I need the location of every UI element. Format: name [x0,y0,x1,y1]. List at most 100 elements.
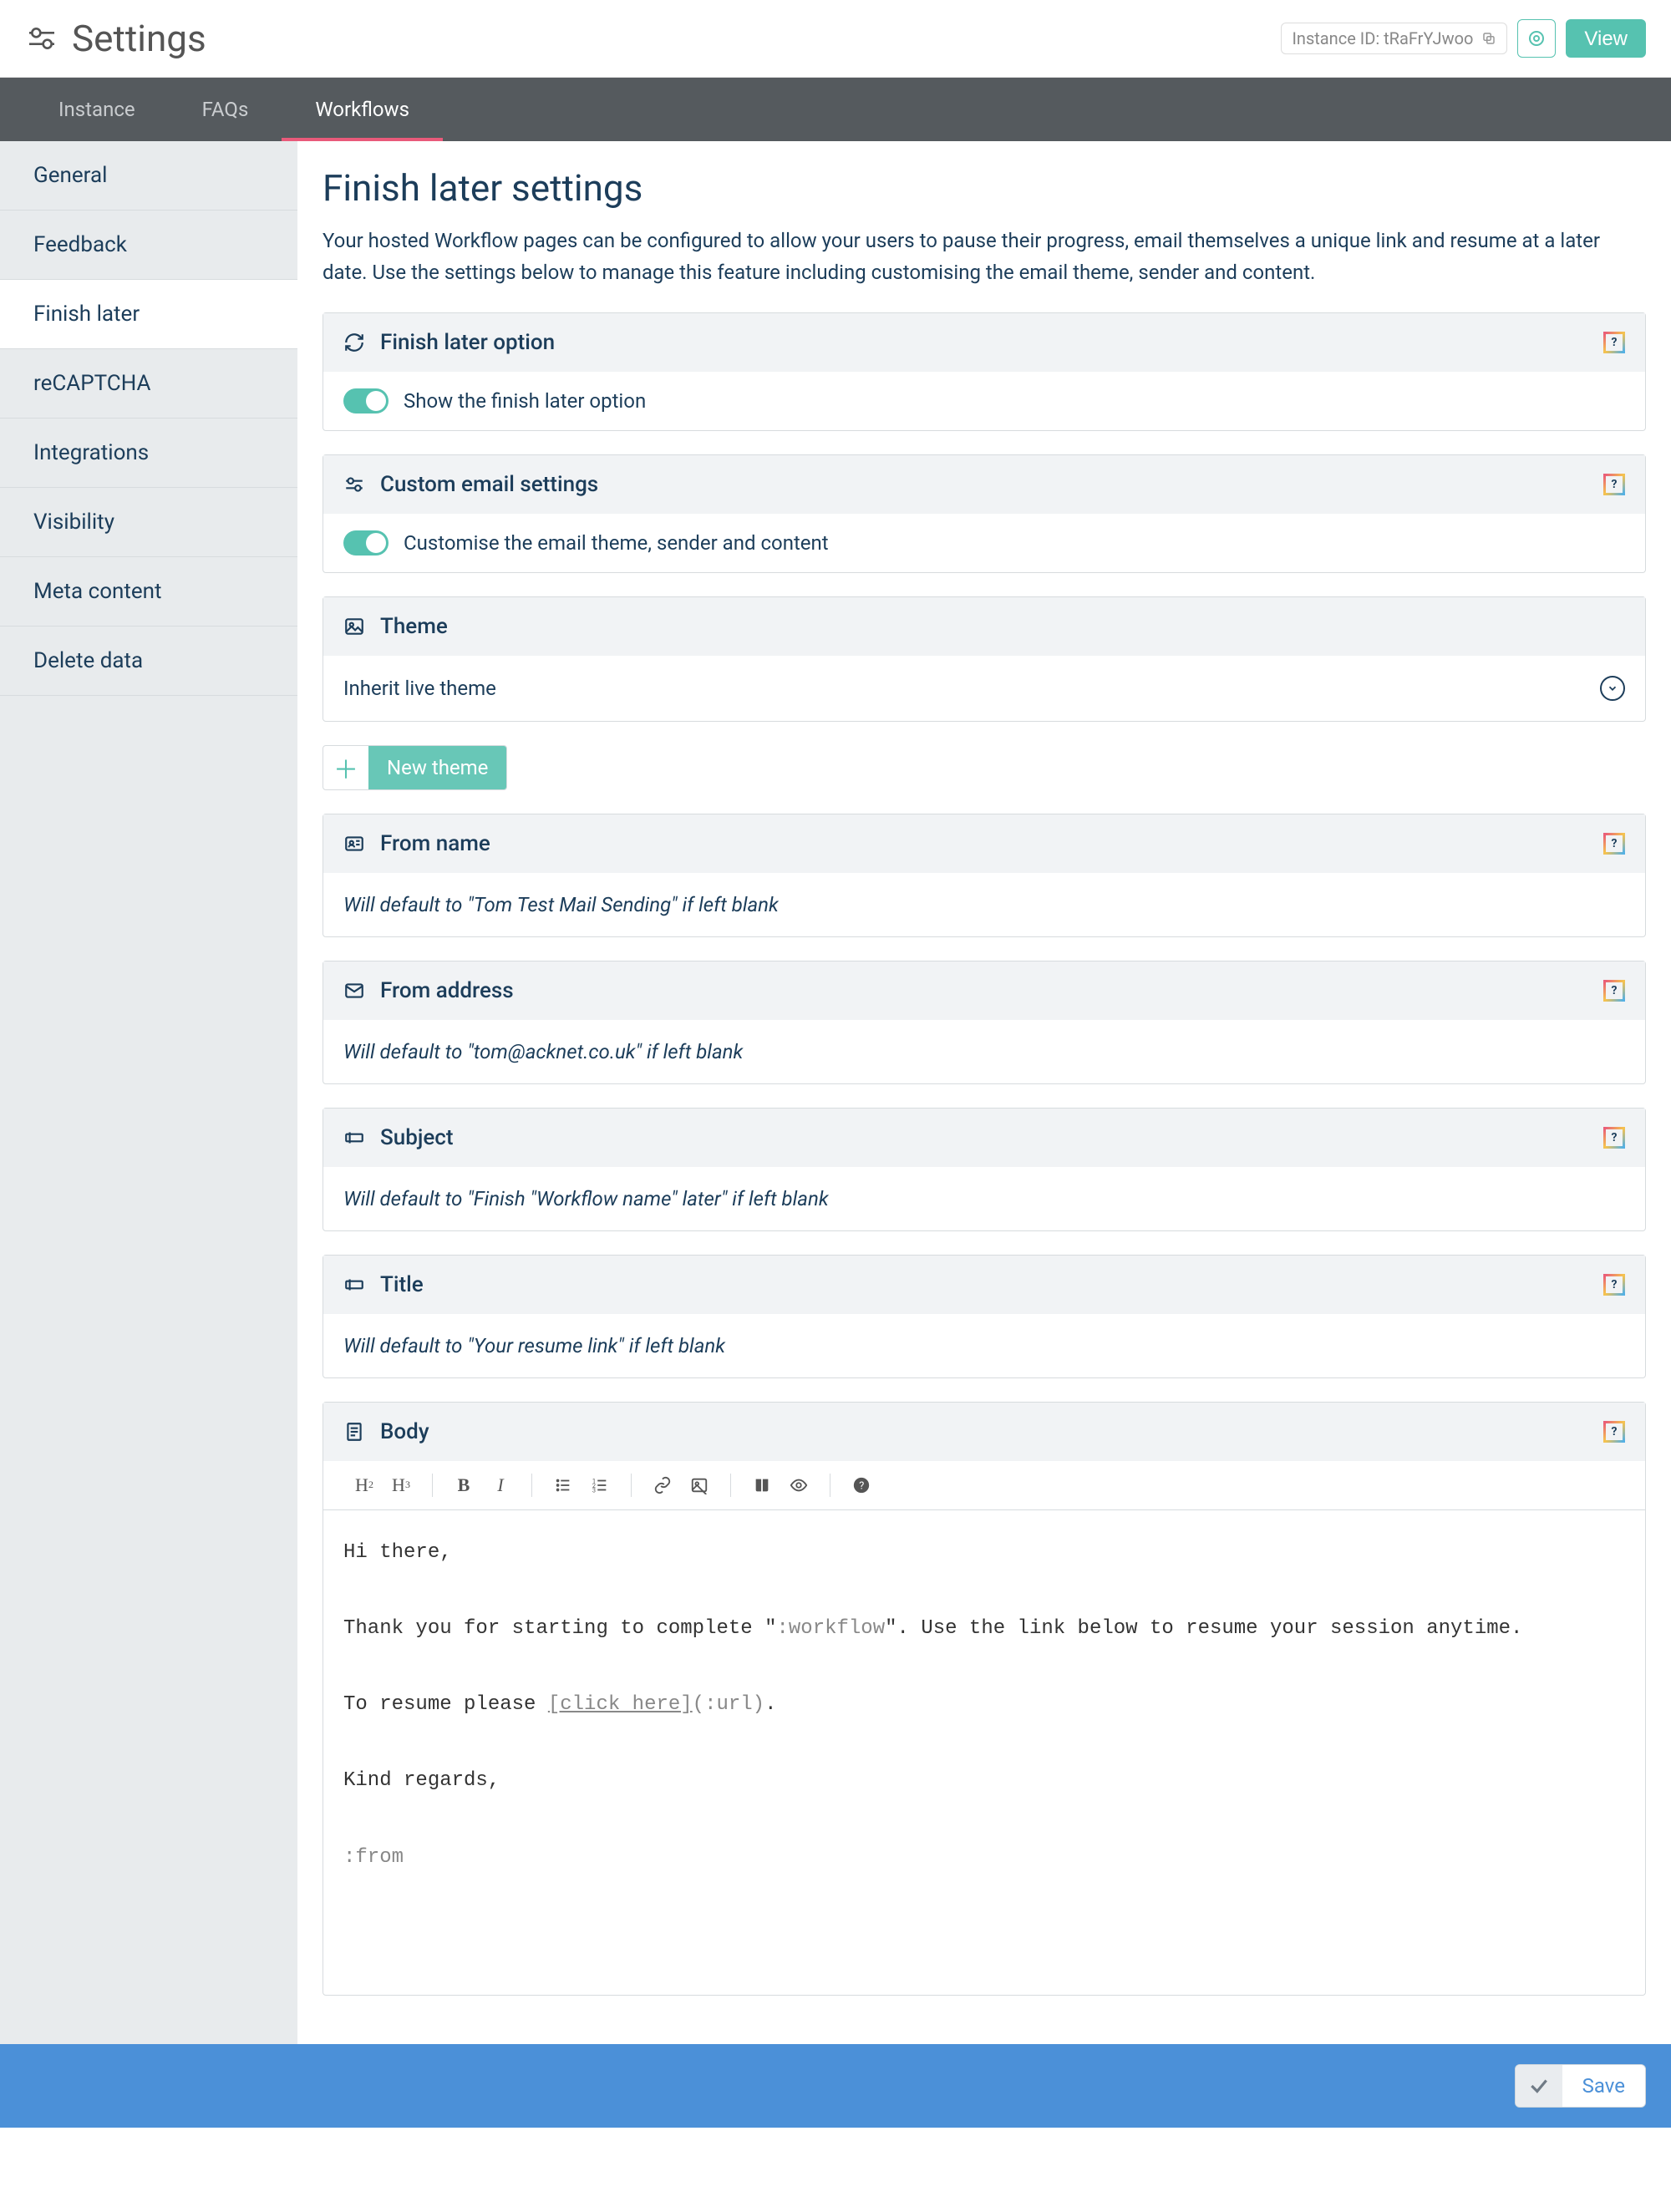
help-icon[interactable]: ? [1603,1274,1625,1296]
image-icon [343,616,365,637]
text-field-icon [343,1274,365,1296]
theme-selected-value: Inherit live theme [343,677,496,700]
help-icon[interactable]: ? [1603,474,1625,495]
toggle-label: Customise the email theme, sender and co… [404,531,829,555]
new-theme-row: ＋ New theme [323,745,1646,790]
bullet-list-button[interactable] [549,1471,577,1499]
panel-from-address: From address ? Will default to "tom@ackn… [323,961,1646,1084]
placeholder-text: Will default to "Your resume link" if le… [343,1334,725,1357]
view-button[interactable]: View [1566,19,1646,58]
body-placeholder: :from [343,1846,404,1869]
plus-icon: ＋ [323,746,368,789]
body-line: ". Use the link below to resume your ses… [885,1617,1522,1640]
image-button[interactable] [685,1471,714,1499]
book-button[interactable] [748,1471,776,1499]
eye-button[interactable] [785,1471,813,1499]
panel-body: Customise the email theme, sender and co… [323,514,1645,572]
body-placeholder: (:url) [693,1693,764,1716]
panel-title: From address [380,978,514,1003]
panel-custom-email: Custom email settings ? Customise the em… [323,454,1646,573]
sidebar-item-finish-later[interactable]: Finish later [0,280,297,349]
panel-header: Theme [323,597,1645,656]
tab-faqs[interactable]: FAQs [169,78,282,141]
panel-from-name: From name ? Will default to "Tom Test Ma… [323,814,1646,937]
preview-button[interactable] [1517,19,1556,58]
help-icon[interactable]: ? [1603,332,1625,353]
body-line: Kind regards, [343,1769,500,1792]
app-header: Settings Instance ID: tRaFrYJwoo View [0,0,1671,78]
instance-id-text: Instance ID: tRaFrYJwoo [1292,28,1473,48]
panel-title: Body [380,1419,429,1444]
placeholder-text: Will default to "Tom Test Mail Sending" … [343,893,779,916]
panel-theme: Theme Inherit live theme [323,596,1646,722]
save-button[interactable]: Save [1515,2064,1646,2108]
panel-body: Show the finish later option [323,372,1645,430]
panel-title: Title [380,1272,424,1297]
panel-header: From address ? [323,961,1645,1020]
ordered-list-button[interactable]: 123 [586,1471,614,1499]
id-card-icon [343,833,365,855]
sliders-icon [343,474,365,495]
new-theme-button[interactable]: ＋ New theme [323,745,507,790]
panel-finish-later-option: Finish later option ? Show the finish la… [323,312,1646,431]
from-name-input[interactable]: Will default to "Tom Test Mail Sending" … [323,873,1645,936]
panel-title: Custom email settings [380,472,598,497]
body-placeholder: :workflow [776,1617,885,1640]
help-button[interactable]: ? [847,1471,876,1499]
tab-workflows[interactable]: Workflows [282,78,443,141]
panel-header: Title ? [323,1256,1645,1314]
finish-later-toggle[interactable] [343,388,389,413]
sidebar-item-recaptcha[interactable]: reCAPTCHA [0,349,297,419]
chevron-down-icon [1600,676,1625,701]
editor-toolbar: H2 H3 B I 123 [323,1461,1645,1510]
sidebar: General Feedback Finish later reCAPTCHA … [0,141,297,2044]
panel-header: Custom email settings ? [323,455,1645,514]
help-icon[interactable]: ? [1603,1127,1625,1149]
svg-text:3: 3 [592,1486,596,1494]
settings-icon [25,22,58,55]
body-link: [click here] [548,1693,693,1716]
panel-header: Finish later option ? [323,313,1645,372]
placeholder-text: Will default to "Finish "Workflow name" … [343,1187,829,1210]
sidebar-item-feedback[interactable]: Feedback [0,211,297,280]
panel-header: From name ? [323,814,1645,873]
sidebar-item-delete-data[interactable]: Delete data [0,627,297,696]
footer: Save [0,2044,1671,2128]
new-theme-label: New theme [368,746,506,789]
sidebar-item-general[interactable]: General [0,141,297,211]
document-icon [343,1421,365,1443]
main-area: General Feedback Finish later reCAPTCHA … [0,141,1671,2044]
body-editor[interactable]: Hi there, Thank you for starting to comp… [323,1510,1645,1995]
italic-button[interactable]: I [486,1471,515,1499]
from-address-input[interactable]: Will default to "tom@acknet.co.uk" if le… [323,1020,1645,1083]
mail-icon [343,980,365,1002]
title-input[interactable]: Will default to "Your resume link" if le… [323,1314,1645,1377]
heading2-button[interactable]: H2 [350,1471,378,1499]
page-header-title: Settings [72,17,206,60]
sidebar-item-integrations[interactable]: Integrations [0,419,297,488]
custom-email-toggle[interactable] [343,530,389,556]
heading3-button[interactable]: H3 [387,1471,415,1499]
toggle-label: Show the finish later option [404,389,646,413]
body-line: To resume please [343,1693,548,1716]
refresh-icon [343,332,365,353]
sidebar-item-visibility[interactable]: Visibility [0,488,297,557]
sidebar-item-meta-content[interactable]: Meta content [0,557,297,627]
bold-button[interactable]: B [449,1471,478,1499]
header-left: Settings [25,17,206,60]
theme-select[interactable]: Inherit live theme [323,656,1645,721]
help-icon[interactable]: ? [1603,833,1625,855]
body-line: Hi there, [343,1541,452,1564]
subject-input[interactable]: Will default to "Finish "Workflow name" … [323,1167,1645,1230]
help-icon[interactable]: ? [1603,1421,1625,1443]
tab-instance[interactable]: Instance [25,78,169,141]
body-line: Thank you for starting to complete " [343,1617,776,1640]
help-icon[interactable]: ? [1603,980,1625,1002]
main-tabs: Instance FAQs Workflows [0,78,1671,141]
copy-icon[interactable] [1481,31,1496,46]
panel-title-field: Title ? Will default to "Your resume lin… [323,1255,1646,1378]
link-button[interactable] [648,1471,677,1499]
page-title: Finish later settings [323,166,1646,210]
instance-id-pill[interactable]: Instance ID: tRaFrYJwoo [1281,23,1507,54]
text-field-icon [343,1127,365,1149]
